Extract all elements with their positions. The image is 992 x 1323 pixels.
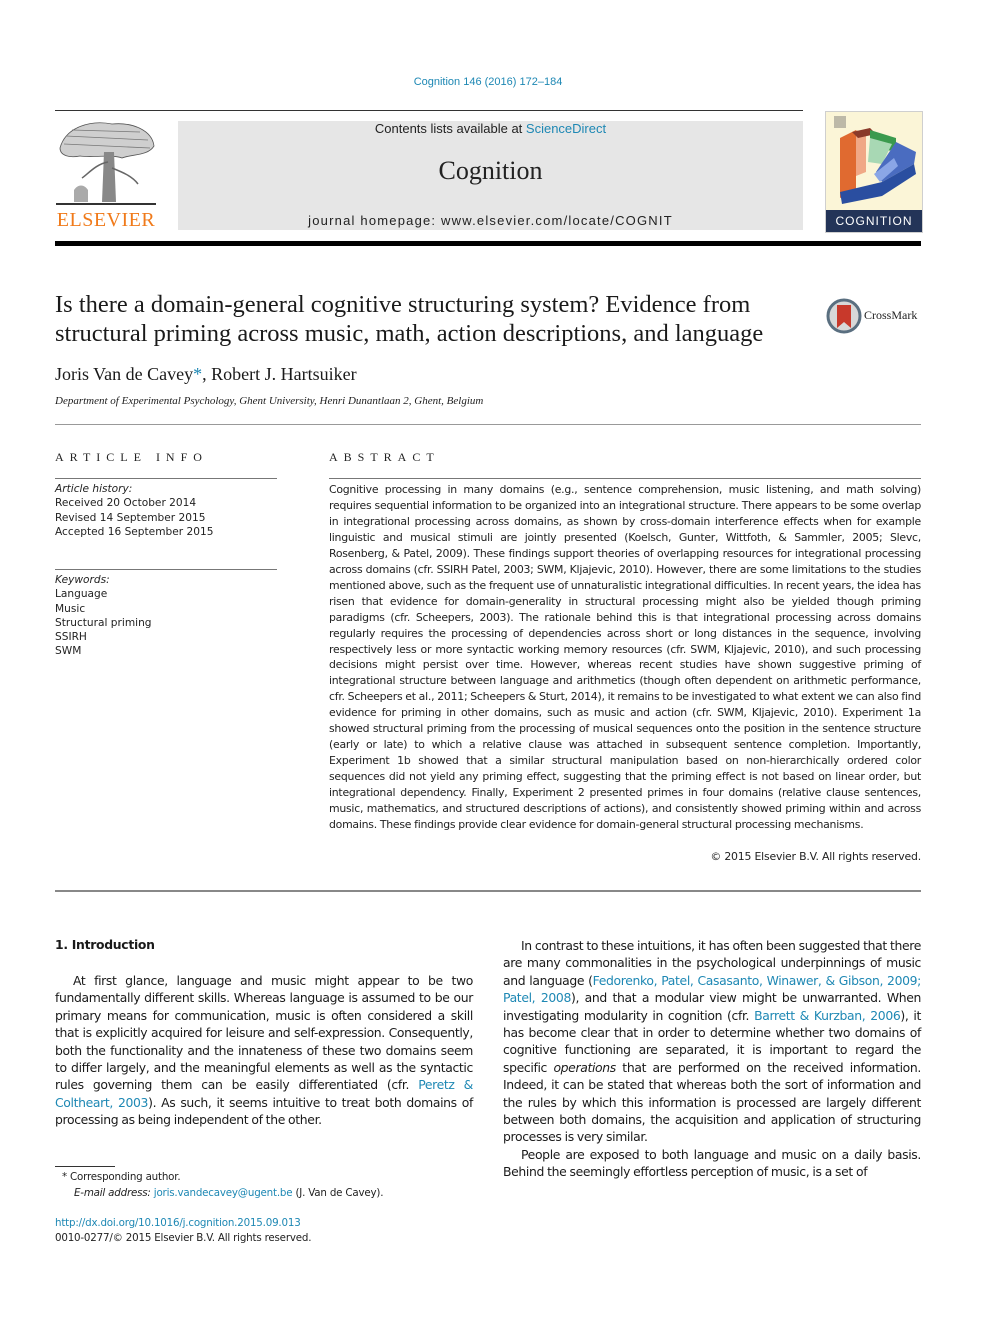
crossmark-icon [826, 298, 862, 334]
keywords-rule [55, 569, 277, 570]
header-thick-rule [55, 241, 921, 246]
body-column-right: In contrast to these intuitions, it has … [503, 937, 921, 1181]
abstract-bottom-rule [55, 890, 921, 892]
history-item: Revised 14 September 2015 [55, 511, 206, 524]
body-paragraph: At first glance, language and music migh… [55, 972, 473, 1129]
cover-artwork-icon [834, 116, 916, 204]
corresponding-author-mark[interactable]: * [193, 364, 202, 384]
abstract-text: Cognitive processing in many domains (e.… [329, 483, 921, 832]
emphasis-text: operations [553, 1059, 616, 1075]
journal-cover-image: COGNITION [825, 111, 923, 233]
journal-title: Cognition [438, 156, 543, 185]
doi-link[interactable]: http://dx.doi.org/10.1016/j.cognition.20… [55, 1216, 311, 1231]
author-name[interactable]: Robert J. Hartsuiker [211, 364, 356, 384]
doi-block: http://dx.doi.org/10.1016/j.cognition.20… [55, 1216, 311, 1245]
history-item: Accepted 16 September 2015 [55, 525, 214, 538]
article-history: Article history: Received 20 October 201… [55, 482, 213, 539]
body-column-left: At first glance, language and music migh… [55, 972, 473, 1129]
issn-copyright: 0010-0277/© 2015 Elsevier B.V. All right… [55, 1231, 312, 1244]
body-paragraph: People are exposed to both language and … [503, 1146, 921, 1180]
corresponding-author-note: * Corresponding author. [62, 1171, 181, 1183]
keyword: SSIRH [55, 631, 87, 644]
abstract-rule [329, 478, 921, 479]
section-heading-introduction: 1. Introduction [55, 937, 155, 952]
header-top-rule [55, 110, 803, 111]
elsevier-logo-text: ELSEVIER [56, 209, 156, 231]
contents-prefix: Contents lists available at [374, 121, 526, 136]
article-info-rule [55, 478, 277, 479]
footnotes: * Corresponding author. E-mail address: … [55, 1170, 383, 1201]
author-list: Joris Van de Cavey*, Robert J. Hartsuike… [55, 364, 357, 385]
abstract-heading: ABSTRACT [329, 450, 440, 464]
keyword: Structural priming [55, 616, 152, 629]
email-suffix: (J. Van de Cavey). [292, 1186, 384, 1199]
section-divider [55, 424, 921, 425]
history-item: Received 20 October 2014 [55, 497, 197, 510]
author-separator: , [202, 364, 212, 384]
citation-link[interactable]: Barrett & Kurzban, 2006 [754, 1008, 901, 1023]
keyword: SWM [55, 645, 82, 658]
paragraph-text: At first glance, language and music migh… [55, 973, 473, 1093]
article-history-label: Article history: [55, 483, 133, 495]
journal-citation-link[interactable]: Cognition 146 (2016) 172–184 [0, 76, 976, 88]
keyword: Language [55, 588, 108, 601]
email-link[interactable]: joris.vandecavey@ugent.be [154, 1187, 293, 1199]
footnote-rule [55, 1166, 115, 1167]
keyword: Music [55, 602, 86, 615]
tree-icon [56, 122, 156, 205]
contents-line: Contents lists available at ScienceDirec… [178, 121, 803, 136]
abstract-copyright: © 2015 Elsevier B.V. All rights reserved… [710, 850, 921, 863]
email-note: E-mail address: joris.vandecavey@ugent.b… [55, 1186, 383, 1202]
sciencedirect-link[interactable]: ScienceDirect [526, 121, 606, 136]
journal-homepage[interactable]: journal homepage: www.elsevier.com/locat… [178, 213, 803, 228]
email-label: E-mail address: [74, 1186, 151, 1199]
article-title: Is there a domain-general cognitive stru… [55, 291, 764, 347]
keywords-list: Keywords: Language Music Structural prim… [55, 573, 152, 659]
body-paragraph: In contrast to these intuitions, it has … [503, 937, 921, 1146]
crossmark-label[interactable]: CrossMark [864, 308, 917, 323]
keywords-label: Keywords: [55, 574, 110, 586]
cover-label: COGNITION [826, 210, 922, 232]
article-info-heading: ARTICLE INFO [55, 450, 208, 464]
author-affiliation: Department of Experimental Psychology, G… [55, 395, 484, 407]
author-name[interactable]: Joris Van de Cavey [55, 364, 193, 384]
